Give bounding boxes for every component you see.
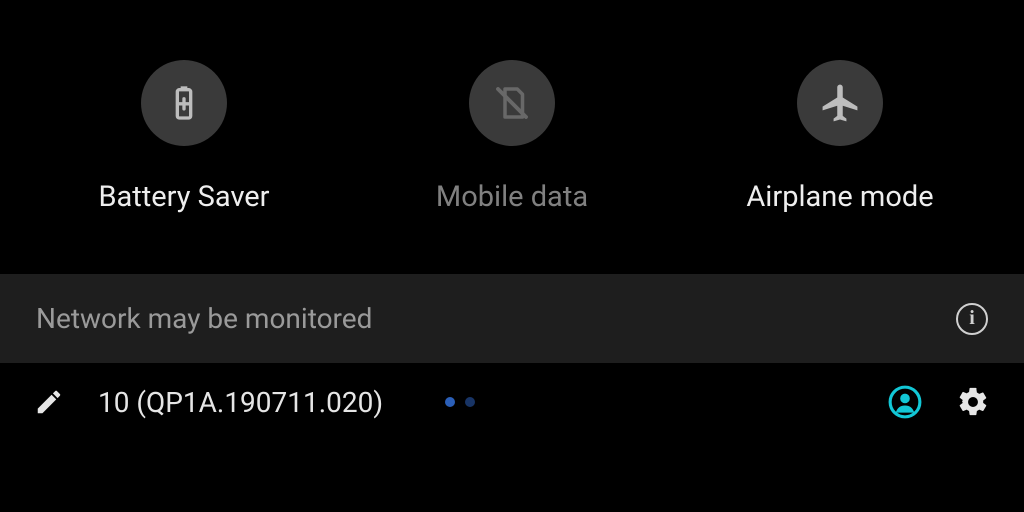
tile-battery-saver[interactable]: Battery Saver [34, 60, 334, 214]
tile-label: Battery Saver [98, 180, 269, 214]
network-monitored-warning[interactable]: Network may be monitored i [0, 274, 1024, 363]
page-dot [465, 397, 475, 407]
quick-settings-panel: Battery Saver Mobile data Airplane mode … [0, 0, 1024, 512]
quick-settings-tiles-row: Battery Saver Mobile data Airplane mode [0, 0, 1024, 254]
user-switcher-button[interactable] [888, 385, 922, 419]
page-indicator [445, 397, 475, 407]
tile-label: Airplane mode [746, 180, 933, 214]
info-icon: i [956, 303, 988, 335]
tile-airplane-mode[interactable]: Airplane mode [690, 60, 990, 214]
settings-button[interactable] [956, 385, 990, 419]
warning-text: Network may be monitored [36, 302, 372, 335]
sim-off-icon [469, 60, 555, 146]
battery-plus-icon [141, 60, 227, 146]
tile-label: Mobile data [436, 180, 588, 214]
page-dot [445, 397, 455, 407]
quick-settings-footer: 10 (QP1A.190711.020) [0, 363, 1024, 449]
edit-button[interactable] [34, 387, 64, 417]
tile-mobile-data[interactable]: Mobile data [362, 60, 662, 214]
build-version-text: 10 (QP1A.190711.020) [98, 386, 383, 419]
airplane-icon [797, 60, 883, 146]
